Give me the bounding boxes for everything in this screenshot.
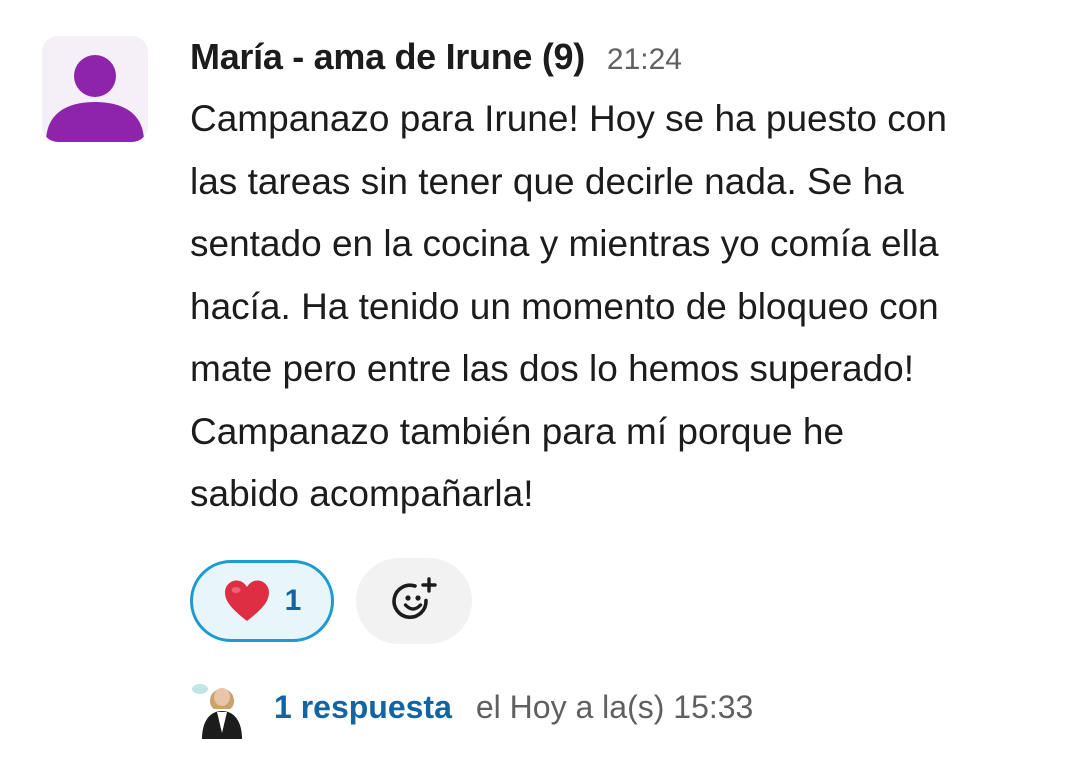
reaction-heart-button[interactable]: 1 xyxy=(190,560,334,642)
add-reaction-smiley-icon xyxy=(392,577,437,619)
message-line: Campanazo para Irune! Hoy se ha puesto c… xyxy=(190,98,947,139)
reply-count-link[interactable]: 1 respuesta xyxy=(274,689,452,726)
message-line: las tareas sin tener que decirle nada. S… xyxy=(190,160,904,202)
message-timestamp[interactable]: 21:24 xyxy=(607,43,682,77)
add-reaction-button[interactable] xyxy=(356,558,472,644)
message-line: mate pero entre las dos lo hemos superad… xyxy=(190,348,914,389)
message-line: sentado en la cocina y mientras yo comía… xyxy=(190,223,939,264)
author-name[interactable]: María - ama de Irune (9) xyxy=(190,36,585,78)
reaction-count: 1 xyxy=(284,584,302,617)
author-avatar[interactable] xyxy=(42,36,148,142)
message-line: hacía. Ha tenido un momento de bloqueo c… xyxy=(190,285,939,327)
user-silhouette-icon xyxy=(46,55,144,142)
message-body: Campanazo para Irune! Hoy se ha puesto c… xyxy=(190,88,1060,526)
message-line: Campanazo también para mí porque he xyxy=(190,410,845,452)
thread-summary[interactable]: 1 respuesta el Hoy a la(s) 15:33 xyxy=(190,675,753,739)
last-reply-time: el Hoy a la(s) 15:33 xyxy=(475,688,754,725)
reactions-bar: 1 xyxy=(190,558,472,644)
message-line: sabido acompañarla! xyxy=(190,473,534,514)
message-header: María - ama de Irune (9) 21:24 xyxy=(190,36,682,86)
heart-emoji-icon xyxy=(224,580,269,621)
replier-avatar xyxy=(190,675,254,739)
